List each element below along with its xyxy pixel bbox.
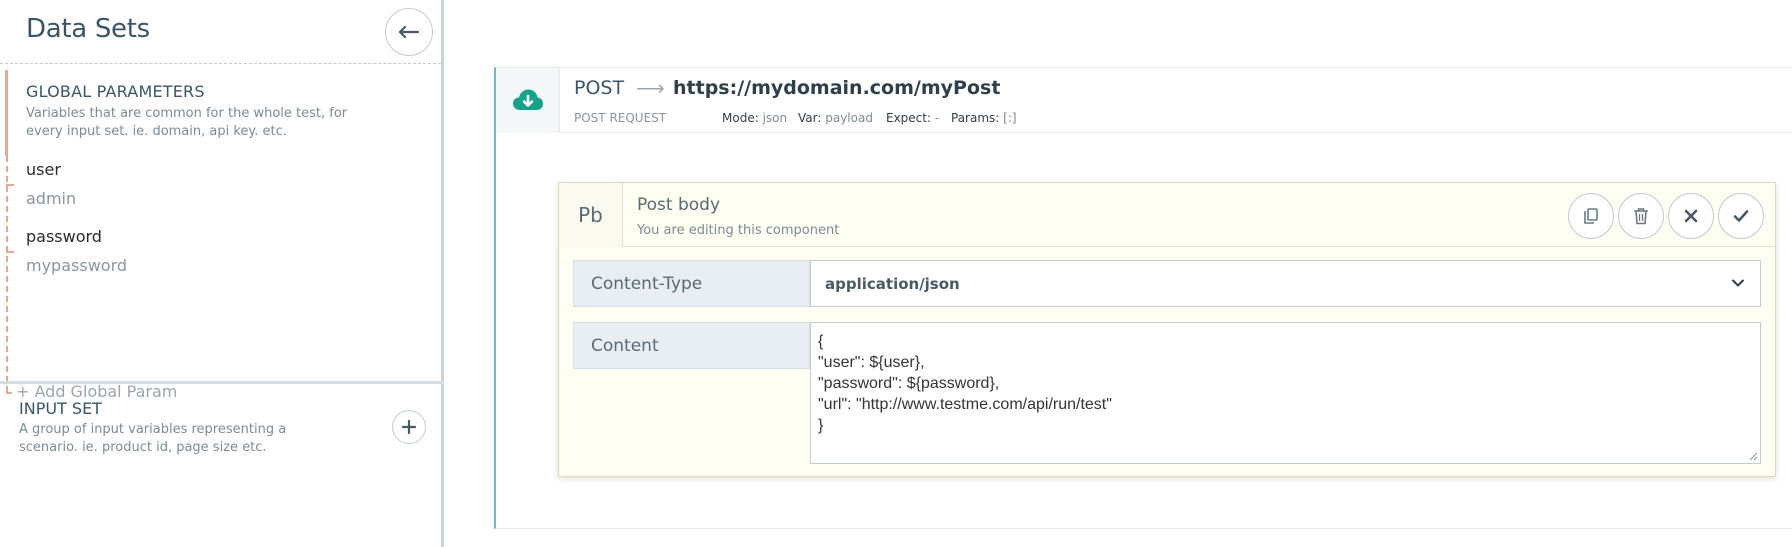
content-type-value: application/json xyxy=(825,274,960,293)
request-method: POST xyxy=(574,77,625,99)
meta-expect: Expect: - xyxy=(886,111,939,125)
global-parameters-section: GLOBAL PARAMETERS Variables that are com… xyxy=(0,64,441,401)
copy-button[interactable] xyxy=(1568,193,1614,239)
post-body-component: Pb Post body You are editing this compon… xyxy=(558,182,1776,477)
close-icon xyxy=(1684,209,1698,223)
meta-label: Params: xyxy=(951,111,1000,125)
param-connector xyxy=(6,184,14,186)
content-type-label: Content-Type xyxy=(573,260,810,307)
global-param-password[interactable]: password mypassword xyxy=(26,227,127,275)
param-connector xyxy=(6,251,14,253)
param-value[interactable]: mypassword xyxy=(26,256,127,275)
plus-icon xyxy=(402,420,416,434)
input-set-title: INPUT SET xyxy=(19,399,102,418)
cancel-button[interactable] xyxy=(1668,193,1714,239)
confirm-button[interactable] xyxy=(1718,193,1764,239)
section-accent-line xyxy=(5,70,8,156)
param-value[interactable]: admin xyxy=(26,189,76,208)
collapse-sidebar-button[interactable] xyxy=(385,8,433,56)
component-header: Pb Post body You are editing this compon… xyxy=(559,183,1775,247)
input-set-description: A group of input variables representing … xyxy=(19,422,287,455)
check-icon xyxy=(1733,210,1749,222)
copy-icon xyxy=(1584,208,1598,224)
meta-value: [:] xyxy=(1003,111,1017,125)
component-title: Post body xyxy=(637,195,721,215)
request-header: POST ⟶ https://mydomain.com/myPost POST … xyxy=(496,68,1792,133)
data-sets-sidebar: Data Sets GLOBAL PARAMETERS Variables th… xyxy=(0,0,444,547)
component-subtitle: You are editing this component xyxy=(637,223,840,238)
request-type-label: POST REQUEST xyxy=(574,111,667,125)
input-set-section: INPUT SET A group of input variables rep… xyxy=(0,384,444,547)
global-parameters-description: Variables that are common for the whole … xyxy=(26,106,348,139)
delete-button[interactable] xyxy=(1618,193,1664,239)
trash-icon xyxy=(1634,208,1648,225)
meta-value: - xyxy=(934,111,940,125)
meta-value: payload xyxy=(825,111,873,125)
param-name[interactable]: password xyxy=(26,227,127,246)
add-input-set-button[interactable] xyxy=(392,410,426,444)
meta-label: Expect: xyxy=(886,111,932,125)
meta-var: Var: payload xyxy=(798,111,873,125)
sidebar-header: Data Sets xyxy=(0,0,441,64)
arrow-right-icon: ⟶ xyxy=(636,78,665,100)
resize-handle-icon[interactable] xyxy=(1749,452,1758,461)
request-url[interactable]: https://mydomain.com/myPost xyxy=(673,77,1000,99)
meta-value: json xyxy=(762,111,788,125)
param-name[interactable]: user xyxy=(26,160,76,179)
meta-mode: Mode: json xyxy=(722,111,787,125)
request-icon-box xyxy=(496,68,560,133)
sidebar-title: Data Sets xyxy=(26,14,150,44)
cloud-download-icon xyxy=(512,89,543,110)
meta-label: Mode: xyxy=(722,111,759,125)
content-label: Content xyxy=(573,322,810,369)
chevron-down-icon xyxy=(1732,279,1744,287)
content-type-select[interactable]: application/json xyxy=(810,260,1761,307)
arrow-left-icon xyxy=(399,25,419,39)
meta-label: Var: xyxy=(798,111,822,125)
section-dash-line xyxy=(6,156,8,392)
component-badge: Pb xyxy=(559,183,623,247)
global-param-user[interactable]: user admin xyxy=(26,160,76,208)
global-parameters-title: GLOBAL PARAMETERS xyxy=(26,82,205,101)
content-textarea[interactable]: { "user": ${user}, "password": ${passwor… xyxy=(810,322,1761,464)
meta-params: Params: [:] xyxy=(951,111,1017,125)
